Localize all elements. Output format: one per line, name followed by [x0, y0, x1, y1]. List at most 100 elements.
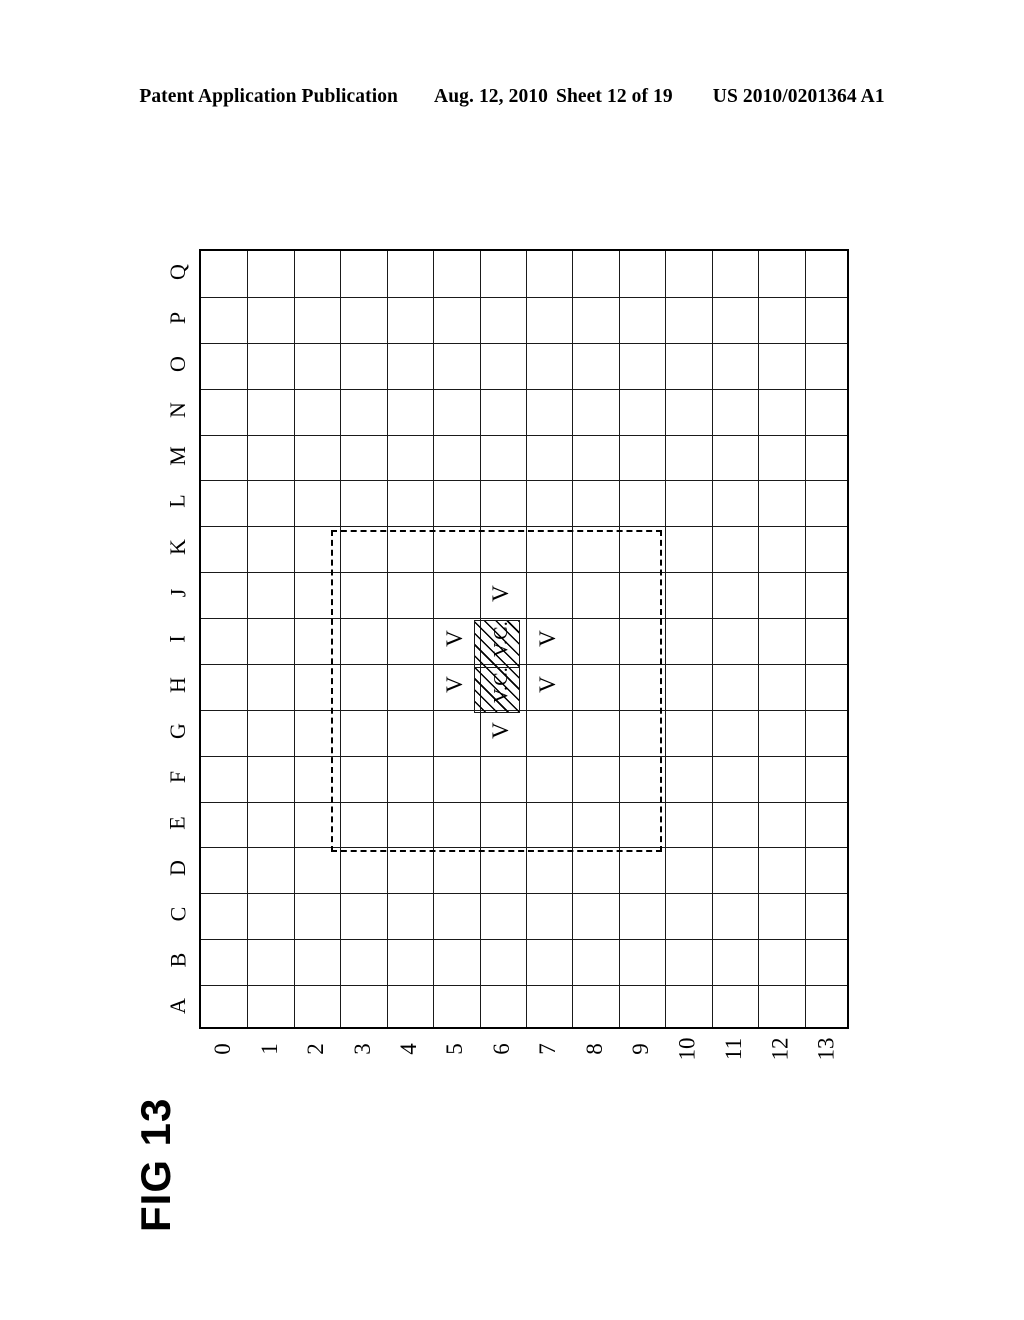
column-axis-label-c: C [163, 891, 193, 937]
column-axis-label-a: A [163, 983, 193, 1029]
hatched-label-text: V.C. [489, 666, 512, 703]
row-axis-label-5: 5 [431, 1035, 477, 1075]
axis-label-text: 11 [720, 1037, 746, 1061]
axis-label-text: 8 [581, 1043, 607, 1055]
row-axis-label-12: 12 [756, 1035, 802, 1075]
grid-cell-marker-h5: V [431, 662, 477, 708]
grid-line-vertical [665, 251, 667, 1027]
row-axis-label-9: 9 [617, 1035, 663, 1075]
axis-label-text: Q [164, 264, 190, 280]
row-axis-label-3: 3 [338, 1035, 384, 1075]
grid-cell-marker-i7: V [524, 616, 570, 662]
grid-line-horizontal [201, 434, 847, 436]
row-axis-label-1: 1 [245, 1035, 291, 1075]
row-axis-label-2: 2 [292, 1035, 338, 1075]
axis-label-text: F [165, 770, 190, 783]
axis-label-text: M [165, 445, 190, 466]
axis-label-text: 12 [767, 1037, 793, 1061]
axis-label-text: E [164, 815, 190, 830]
grid-line-horizontal [201, 939, 847, 941]
axis-label-text: 2 [302, 1043, 328, 1055]
grid-line-horizontal [201, 572, 847, 574]
axis-label-text: N [164, 401, 190, 418]
column-axis-label-h: H [163, 662, 193, 708]
grid-line-vertical [247, 251, 249, 1027]
column-axis-label-p: P [163, 295, 193, 341]
axis-label-text: 3 [349, 1043, 375, 1055]
grid-line-horizontal [201, 847, 847, 849]
axis-label-text: 1 [256, 1043, 282, 1055]
axis-label-text: L [164, 494, 190, 509]
grid-line-horizontal [201, 801, 847, 803]
grid-line-vertical [618, 251, 620, 1027]
grid-line-horizontal [201, 296, 847, 298]
column-axis-label-m: M [163, 433, 193, 479]
row-axis-label-0: 0 [199, 1035, 245, 1075]
grid-line-vertical [293, 251, 295, 1027]
axis-label-text: 7 [535, 1043, 560, 1055]
grid-line-vertical [711, 251, 713, 1027]
row-axis-label-11: 11 [710, 1035, 756, 1075]
grid-line-horizontal [201, 893, 847, 895]
column-axis-label-k: K [163, 524, 193, 570]
row-axis-label-7: 7 [524, 1035, 570, 1075]
grid-line-horizontal [201, 342, 847, 344]
axis-label-text: 9 [627, 1043, 653, 1055]
column-axis-label-q: Q [163, 249, 193, 295]
grid-line-vertical [804, 251, 806, 1027]
figure-label: FIG 13 [132, 1076, 274, 1232]
column-axis-label-j: J [163, 570, 193, 616]
grid-line-horizontal [201, 480, 847, 482]
grid-line-vertical [758, 251, 760, 1027]
axis-label-text: G [164, 722, 190, 739]
grid-cell-marker-j6: V [478, 570, 524, 616]
marker-label: V [488, 722, 514, 740]
marker-label: V [441, 630, 467, 648]
axis-label-text: 5 [442, 1043, 468, 1055]
axis-label-text: O [164, 355, 190, 372]
grid-line-horizontal [201, 985, 847, 987]
axis-label-text: 6 [488, 1043, 514, 1055]
column-axis-label-b: B [163, 937, 193, 983]
marker-label: V [534, 676, 560, 694]
column-axis-label-n: N [163, 387, 193, 433]
grid-line-vertical [386, 251, 388, 1027]
figure-label-text: FIG 13 [132, 1097, 179, 1232]
marker-label: V [488, 584, 514, 602]
axis-label-text: A [164, 998, 190, 1015]
hatched-cell-label-i6: V.C. [478, 616, 524, 662]
axis-label-text: B [165, 952, 190, 968]
column-axis-label-d: D [163, 845, 193, 891]
column-axis-label-o: O [163, 341, 193, 387]
grid-cell-marker-h7: V [524, 662, 570, 708]
marker-label: V [534, 630, 560, 648]
column-axis-label-e: E [163, 800, 193, 846]
column-axis-label-l: L [163, 478, 193, 524]
axis-label-text: D [164, 860, 190, 877]
grid-line-horizontal [201, 709, 847, 711]
axis-label-text: 13 [813, 1037, 839, 1061]
grid-cell-marker-g6: V [478, 708, 524, 754]
row-axis-label-6: 6 [478, 1035, 524, 1075]
axis-label-text: I [164, 635, 190, 643]
axis-label-text: P [165, 311, 190, 324]
hatched-label-text: V.C. [489, 620, 512, 657]
row-axis-label-4: 4 [385, 1035, 431, 1075]
row-axis-label-13: 13 [803, 1035, 849, 1075]
grid-line-vertical [340, 251, 342, 1027]
axis-label-text: K [164, 539, 190, 556]
axis-label-text: 0 [210, 1043, 235, 1055]
column-axis-label-i: I [163, 616, 193, 662]
axis-label-text: 10 [674, 1037, 700, 1061]
grid-line-horizontal [201, 526, 847, 528]
row-axis-label-10: 10 [663, 1035, 709, 1075]
grid-line-vertical [572, 251, 574, 1027]
column-axis-label-g: G [163, 708, 193, 754]
column-axis-label-f: F [163, 754, 193, 800]
hatched-cell-label-h6: V.C. [478, 662, 524, 708]
grid-line-horizontal [201, 388, 847, 390]
grid-cell-marker-i5: V [431, 616, 477, 662]
row-axis-label-8: 8 [570, 1035, 616, 1075]
axis-label-text: H [164, 676, 190, 693]
marker-label: V [441, 676, 467, 694]
